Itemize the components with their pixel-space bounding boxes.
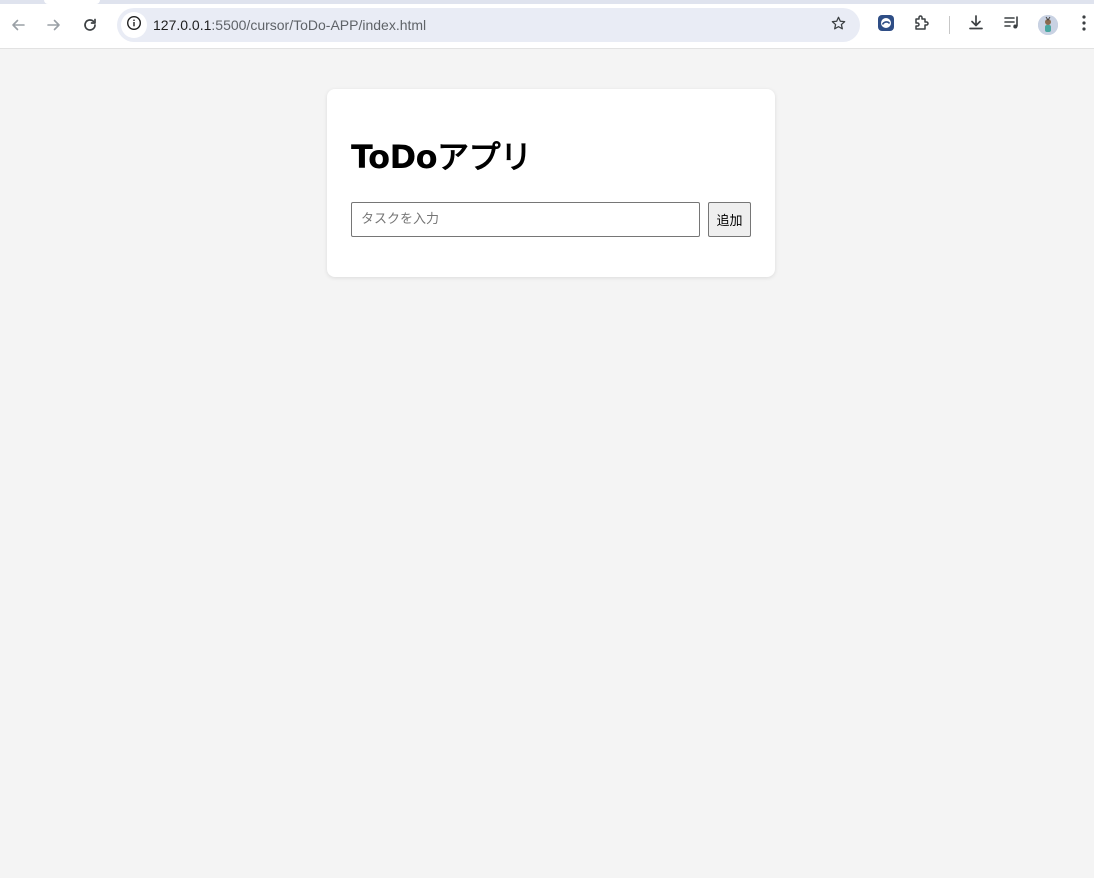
media-controls-button[interactable] [999,12,1025,38]
star-icon [830,15,847,36]
avatar[interactable] [1038,15,1058,35]
media-queue-icon [1003,14,1021,36]
kebab-menu-icon [1081,14,1087,36]
forward-arrow-icon [46,17,62,33]
todo-card: ToDoアプリ 追加 [327,89,775,277]
address-bar[interactable]: 127.0.0.1:5500/cursor/ToDo-APP/index.htm… [117,8,860,42]
page-title: ToDoアプリ [351,138,532,176]
page-viewport: ToDoアプリ 追加 [0,49,1094,878]
back-button[interactable] [3,10,33,40]
download-icon [967,14,985,36]
app-extension-icon [877,14,895,36]
info-icon [126,15,142,35]
puzzle-icon [913,14,931,36]
reload-icon [82,17,98,33]
app-extension-button[interactable] [873,12,899,38]
downloads-button[interactable] [963,12,989,38]
browser-toolbar: 127.0.0.1:5500/cursor/ToDo-APP/index.htm… [0,0,1094,49]
add-task-button[interactable]: 追加 [708,202,751,237]
url-path: :5500/cursor/ToDo-APP/index.html [211,17,427,33]
forward-button[interactable] [39,10,69,40]
extensions-button[interactable] [909,12,935,38]
tab-strip [0,0,1094,4]
active-tab[interactable] [44,0,100,4]
url-text[interactable]: 127.0.0.1:5500/cursor/ToDo-APP/index.htm… [153,8,426,42]
toolbar-divider [949,16,950,34]
url-host: 127.0.0.1 [153,17,212,33]
reload-button[interactable] [75,10,105,40]
bookmark-button[interactable] [828,15,848,35]
browser-menu-button[interactable] [1071,12,1094,38]
task-input[interactable] [351,202,700,237]
site-info-button[interactable] [121,12,147,38]
back-arrow-icon [10,17,26,33]
